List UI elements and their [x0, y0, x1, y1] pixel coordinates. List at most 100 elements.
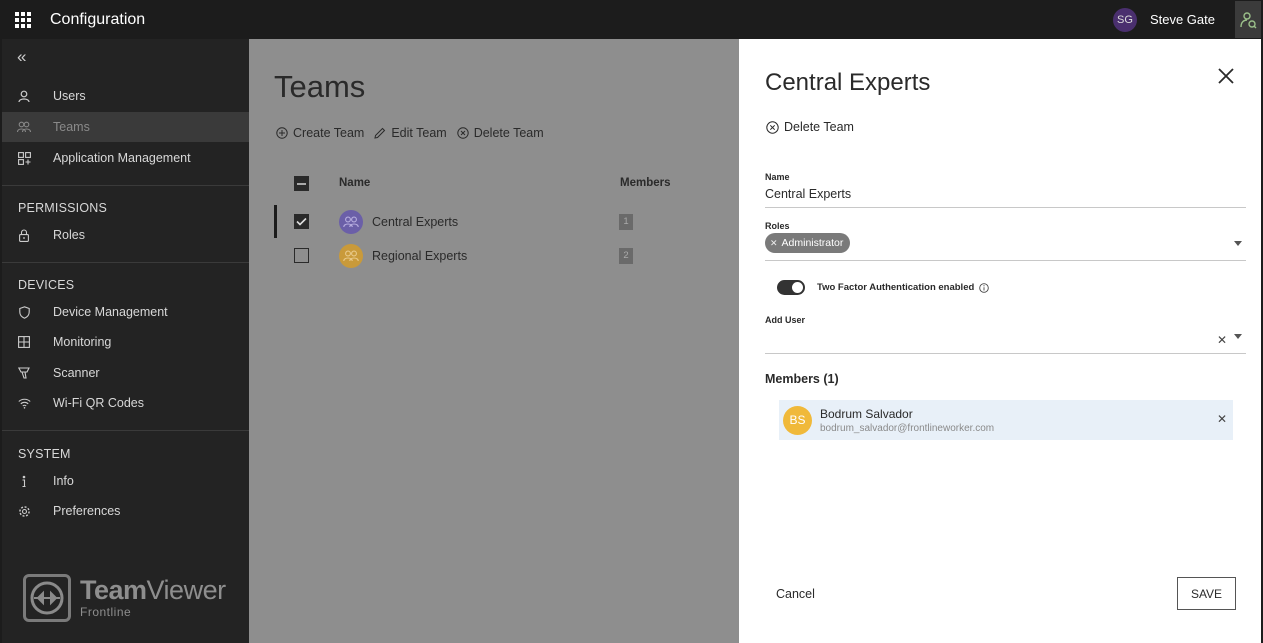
cancel-button[interactable]: Cancel — [776, 587, 815, 601]
add-user-dropdown-arrow-icon[interactable] — [1234, 334, 1242, 339]
close-panel-button[interactable] — [1216, 66, 1236, 86]
x-circle-icon — [457, 127, 469, 139]
teamviewer-logo-icon — [23, 574, 71, 622]
section-title-system: SYSTEM — [18, 447, 71, 461]
row-checkbox[interactable] — [294, 214, 309, 229]
sidebar-item-application-management[interactable]: Application Management — [2, 143, 249, 173]
close-icon — [1218, 68, 1234, 84]
sidebar-item-scanner[interactable]: Scanner — [2, 358, 249, 388]
members-title: Members (1) — [765, 372, 839, 386]
x-circle-icon — [766, 120, 779, 134]
table-row[interactable]: Central Experts 1 — [274, 205, 739, 238]
sidebar-item-info[interactable]: Info — [2, 466, 249, 496]
sidebar-divider — [2, 430, 249, 431]
member-count-badge: 2 — [619, 247, 633, 264]
pencil-icon — [374, 127, 386, 139]
name-field-value: Central Experts — [765, 187, 852, 201]
name-field[interactable]: Central Experts — [765, 187, 1246, 208]
gear-icon — [17, 504, 31, 518]
sidebar-item-label: Roles — [53, 228, 85, 242]
table-row[interactable]: Regional Experts 2 — [274, 239, 739, 272]
team-avatar — [339, 209, 363, 234]
sidebar-item-users[interactable]: Users — [2, 81, 249, 111]
remove-member-icon[interactable]: ✕ — [1217, 412, 1227, 426]
save-button[interactable]: SAVE — [1177, 577, 1236, 610]
teams-toolbar: Create Team Edit Team Delete Team — [276, 126, 554, 140]
delete-team-button[interactable]: Delete Team — [457, 126, 544, 140]
sidebar-divider — [2, 185, 249, 186]
select-all-checkbox[interactable] — [294, 176, 309, 191]
sidebar-item-label: Monitoring — [53, 335, 112, 349]
sidebar-item-label: Info — [53, 474, 74, 488]
plus-circle-icon — [276, 127, 288, 139]
edit-team-button[interactable]: Edit Team — [374, 126, 447, 140]
add-user-label: Add User — [765, 315, 806, 325]
member-count-badge: 1 — [619, 213, 633, 230]
role-chip-label: Administrator — [781, 237, 844, 249]
info-icon[interactable] — [979, 282, 990, 293]
panel-delete-team-button[interactable]: Delete Team — [766, 120, 854, 134]
sidebar-item-device-management[interactable]: Device Management — [2, 297, 249, 327]
sidebar-item-label: Application Management — [53, 151, 191, 165]
sidebar-item-label: Preferences — [53, 504, 121, 518]
sidebar-item-roles[interactable]: Roles — [2, 220, 249, 250]
sidebar-item-preferences[interactable]: Preferences — [2, 496, 249, 526]
app-grid-icon[interactable] — [15, 11, 31, 28]
edit-team-label: Edit Team — [391, 126, 447, 140]
monitoring-grid-icon — [17, 335, 31, 349]
two-factor-toggle[interactable] — [777, 280, 805, 295]
two-factor-row: Two Factor Authentication enabled — [777, 280, 990, 295]
clear-add-user-icon[interactable]: ✕ — [1217, 333, 1227, 347]
user-avatar[interactable]: SG — [1112, 7, 1137, 32]
team-detail-panel: Central Experts Delete Team Name Central… — [739, 39, 1263, 643]
column-header-members[interactable]: Members — [620, 177, 671, 189]
user-name[interactable]: Steve Gate — [1150, 12, 1215, 27]
logo-brand-bold: Viewer — [146, 575, 227, 605]
table-header: Name Members — [294, 176, 739, 192]
assist-button[interactable] — [1235, 1, 1261, 38]
roles-select[interactable]: ✕ Administrator — [765, 233, 1246, 261]
delete-team-label: Delete Team — [473, 126, 544, 140]
info-icon — [17, 474, 31, 488]
teams-icon — [17, 120, 31, 134]
team-name: Regional Experts — [372, 248, 468, 263]
logo-brand-light: Team — [80, 575, 147, 605]
sidebar: « Users Teams Application Management PER… — [0, 39, 249, 643]
panel-delete-team-label: Delete Team — [784, 120, 854, 134]
row-checkbox[interactable] — [294, 248, 309, 263]
team-avatar — [339, 243, 363, 268]
remove-role-icon[interactable]: ✕ — [770, 238, 778, 249]
sidebar-item-monitoring[interactable]: Monitoring — [2, 327, 249, 357]
sidebar-item-teams[interactable]: Teams — [2, 112, 249, 142]
create-team-button[interactable]: Create Team — [276, 126, 364, 140]
collapse-sidebar-icon[interactable]: « — [17, 47, 26, 67]
section-title-devices: DEVICES — [18, 278, 75, 292]
teams-icon — [343, 216, 359, 227]
column-header-name[interactable]: Name — [339, 177, 370, 189]
sidebar-item-label: Users — [53, 89, 86, 103]
sidebar-item-label: Wi-Fi QR Codes — [53, 396, 144, 410]
member-name: Bodrum Salvador — [820, 406, 913, 421]
sidebar-item-label: Teams — [53, 120, 90, 134]
page-title: Teams — [274, 69, 366, 104]
lock-icon — [17, 228, 31, 242]
team-name: Central Experts — [372, 214, 459, 229]
top-bar: Configuration SG Steve Gate — [0, 0, 1263, 39]
wifi-icon — [17, 396, 31, 410]
assist-icon — [1240, 11, 1257, 28]
role-chip: ✕ Administrator — [765, 233, 851, 253]
roles-field-label: Roles — [765, 221, 790, 231]
add-user-select[interactable]: ✕ — [765, 329, 1246, 354]
member-email: bodrum_salvador@frontlineworker.com — [820, 422, 995, 434]
teams-page: Teams Create Team Edit Team Delete Team … — [249, 39, 739, 643]
section-title-permissions: PERMISSIONS — [18, 201, 108, 215]
roles-dropdown-arrow-icon[interactable] — [1234, 241, 1242, 246]
member-card: BS Bodrum Salvador bodrum_salvador@front… — [779, 400, 1233, 440]
two-factor-label: Two Factor Authentication enabled — [817, 282, 975, 293]
sidebar-item-label: Scanner — [53, 366, 100, 380]
checkmark-icon — [296, 217, 307, 226]
sidebar-item-wifi-qr-codes[interactable]: Wi-Fi QR Codes — [2, 388, 249, 418]
app-title: Configuration — [50, 10, 146, 28]
teamviewer-logo: TeamViewer Frontline — [23, 574, 226, 622]
member-avatar: BS — [783, 405, 812, 435]
